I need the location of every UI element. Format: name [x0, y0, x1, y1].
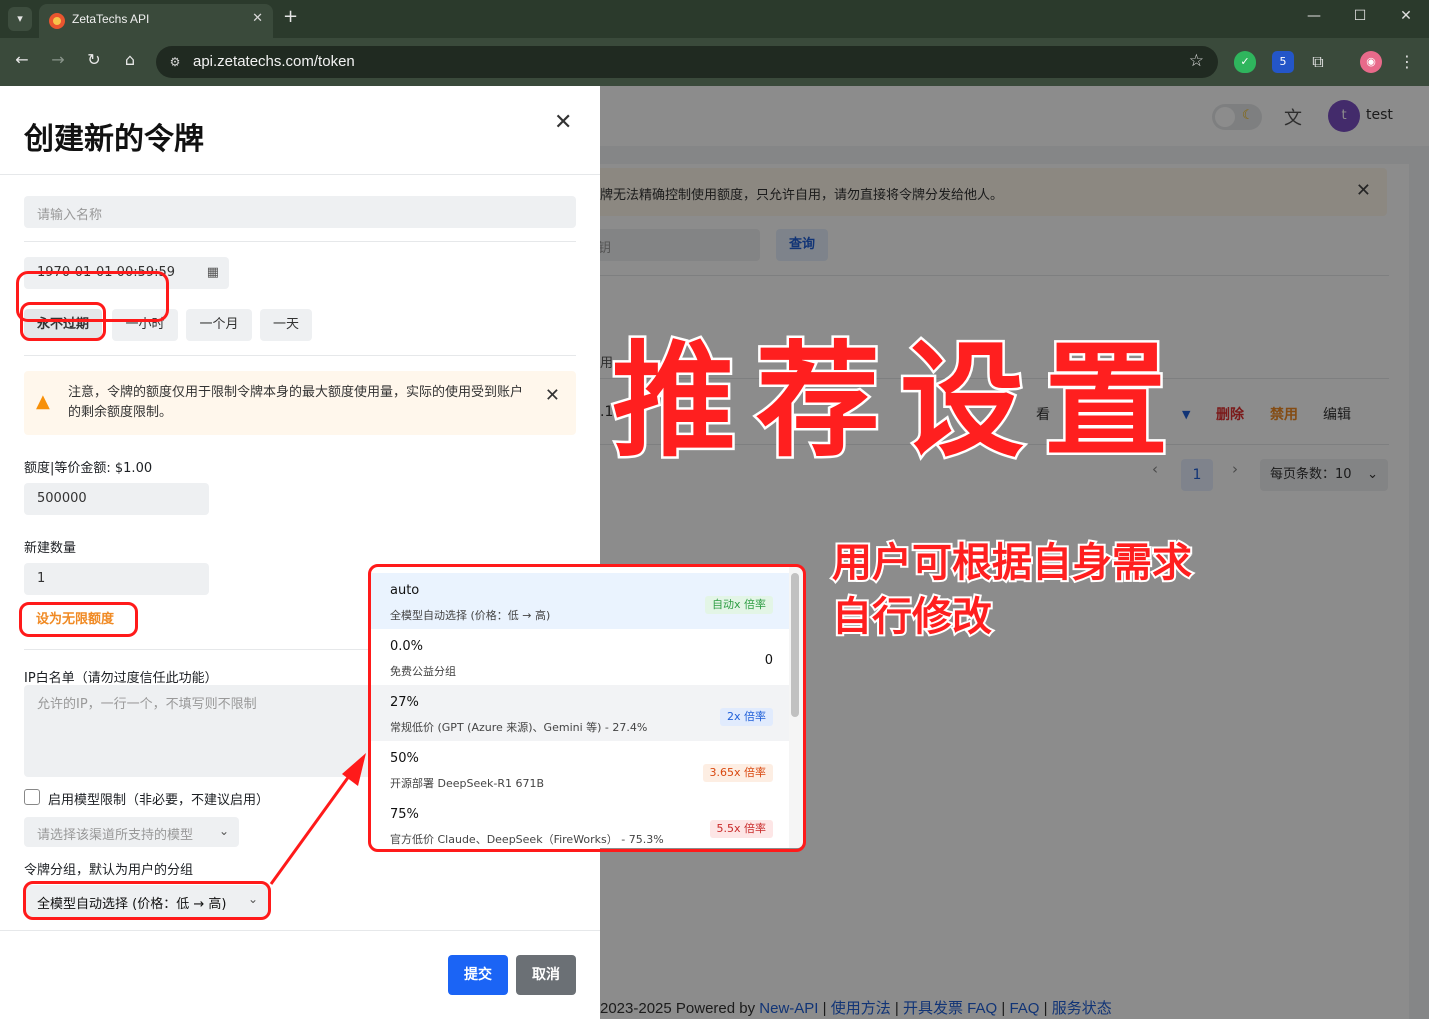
- annotation-note: 用户可根据自身需求 自行修改: [830, 536, 1194, 644]
- count-input[interactable]: 1: [24, 563, 209, 595]
- drawer-title: 创建新的令牌: [24, 122, 204, 157]
- reload-icon[interactable]: ↻: [83, 50, 105, 69]
- home-icon[interactable]: ⌂: [119, 50, 141, 69]
- translate-extension-icon[interactable]: 5: [1272, 51, 1294, 73]
- ip-whitelist-label: IP白名单（请勿过度信任此功能）: [24, 671, 218, 686]
- browser-tab-bar: ▾ ZetaTechs API ✕ + — ☐ ✕: [0, 0, 1429, 38]
- annotation-note-line1: 用户可根据自身需求: [830, 538, 1194, 588]
- count-label: 新建数量: [24, 541, 77, 556]
- group-label: 令牌分组，默认为用户的分组: [24, 863, 194, 878]
- annotation-note-line2: 自行修改: [830, 592, 994, 642]
- shield-extension-icon[interactable]: ✓: [1234, 51, 1256, 73]
- cancel-button[interactable]: 取消: [516, 955, 576, 995]
- quota-input[interactable]: 500000: [24, 483, 209, 515]
- site-info-icon[interactable]: ⚙: [166, 53, 184, 71]
- expire-day-chip[interactable]: 一天: [260, 309, 312, 341]
- model-select[interactable]: 请选择该渠道所支持的模型 ⌄: [24, 817, 239, 847]
- quota-notice-text: 注意，令牌的额度仅用于限制令牌本身的最大额度使用量，实际的使用受到账户的剩余额度…: [68, 385, 524, 420]
- maximize-icon[interactable]: ☐: [1350, 8, 1370, 24]
- extensions-puzzle-icon[interactable]: ⧉: [1307, 51, 1329, 73]
- submit-button[interactable]: 提交: [448, 955, 508, 995]
- new-tab-icon[interactable]: +: [283, 6, 298, 27]
- bookmark-star-icon[interactable]: ☆: [1189, 51, 1204, 71]
- chevron-down-icon: ⌄: [218, 824, 229, 838]
- forward-icon[interactable]: →: [47, 50, 69, 69]
- tab-search-icon[interactable]: ▾: [8, 7, 32, 31]
- ip-placeholder: 允许的IP，一行一个，不填写则不限制: [37, 697, 257, 712]
- token-name-input[interactable]: 请输入名称: [24, 196, 576, 228]
- site-favicon-icon: [49, 13, 65, 29]
- divider: [24, 241, 576, 242]
- create-token-drawer: 创建新的令牌 ✕ 请输入名称 1970-01-01 00:59:59 ▦ 永不过…: [0, 86, 600, 1019]
- model-placeholder: 请选择该渠道所支持的模型: [37, 828, 194, 843]
- close-icon[interactable]: ✕: [554, 110, 572, 135]
- quota-notice: ▲ 注意，令牌的额度仅用于限制令牌本身的最大额度使用量，实际的使用受到账户的剩余…: [24, 371, 576, 435]
- annotation-frame-group: [23, 881, 271, 920]
- expire-month-chip[interactable]: 一个月: [186, 309, 252, 341]
- name-placeholder: 请输入名称: [37, 208, 103, 223]
- close-window-icon[interactable]: ✕: [1396, 8, 1416, 24]
- browser-toolbar: ← → ↻ ⌂ ⚙ api.zetatechs.com/token ☆ ✓ 5 …: [0, 38, 1429, 86]
- divider: [0, 174, 600, 175]
- divider: [0, 930, 600, 931]
- annotation-headline: 推荐设置: [609, 328, 1189, 477]
- quota-value: 500000: [37, 491, 87, 506]
- address-bar[interactable]: ⚙ api.zetatechs.com/token ☆: [156, 46, 1218, 78]
- minimize-icon[interactable]: —: [1304, 8, 1324, 24]
- tab-title: ZetaTechs API: [72, 12, 150, 26]
- warning-icon: ▲: [36, 391, 50, 412]
- count-value: 1: [37, 571, 46, 586]
- annotation-frame-dropdown: [368, 564, 806, 852]
- annotation-frame-never: [20, 302, 106, 341]
- model-limit-label: 启用模型限制（非必要，不建议启用）: [48, 793, 270, 808]
- close-tab-icon[interactable]: ✕: [252, 11, 263, 26]
- browser-tab[interactable]: ZetaTechs API ✕: [39, 4, 273, 38]
- browser-menu-icon[interactable]: ⋮: [1396, 51, 1418, 73]
- quota-label: 额度|等价金额: $1.00: [24, 461, 153, 476]
- calendar-icon[interactable]: ▦: [207, 265, 219, 280]
- profile-avatar-icon[interactable]: ◉: [1360, 51, 1382, 73]
- divider: [24, 355, 576, 356]
- back-icon[interactable]: ←: [11, 50, 33, 69]
- model-limit-checkbox[interactable]: [24, 789, 40, 805]
- close-icon[interactable]: ✕: [545, 385, 560, 406]
- annotation-frame-unlimited: [19, 602, 138, 637]
- url-text: api.zetatechs.com/token: [193, 53, 355, 70]
